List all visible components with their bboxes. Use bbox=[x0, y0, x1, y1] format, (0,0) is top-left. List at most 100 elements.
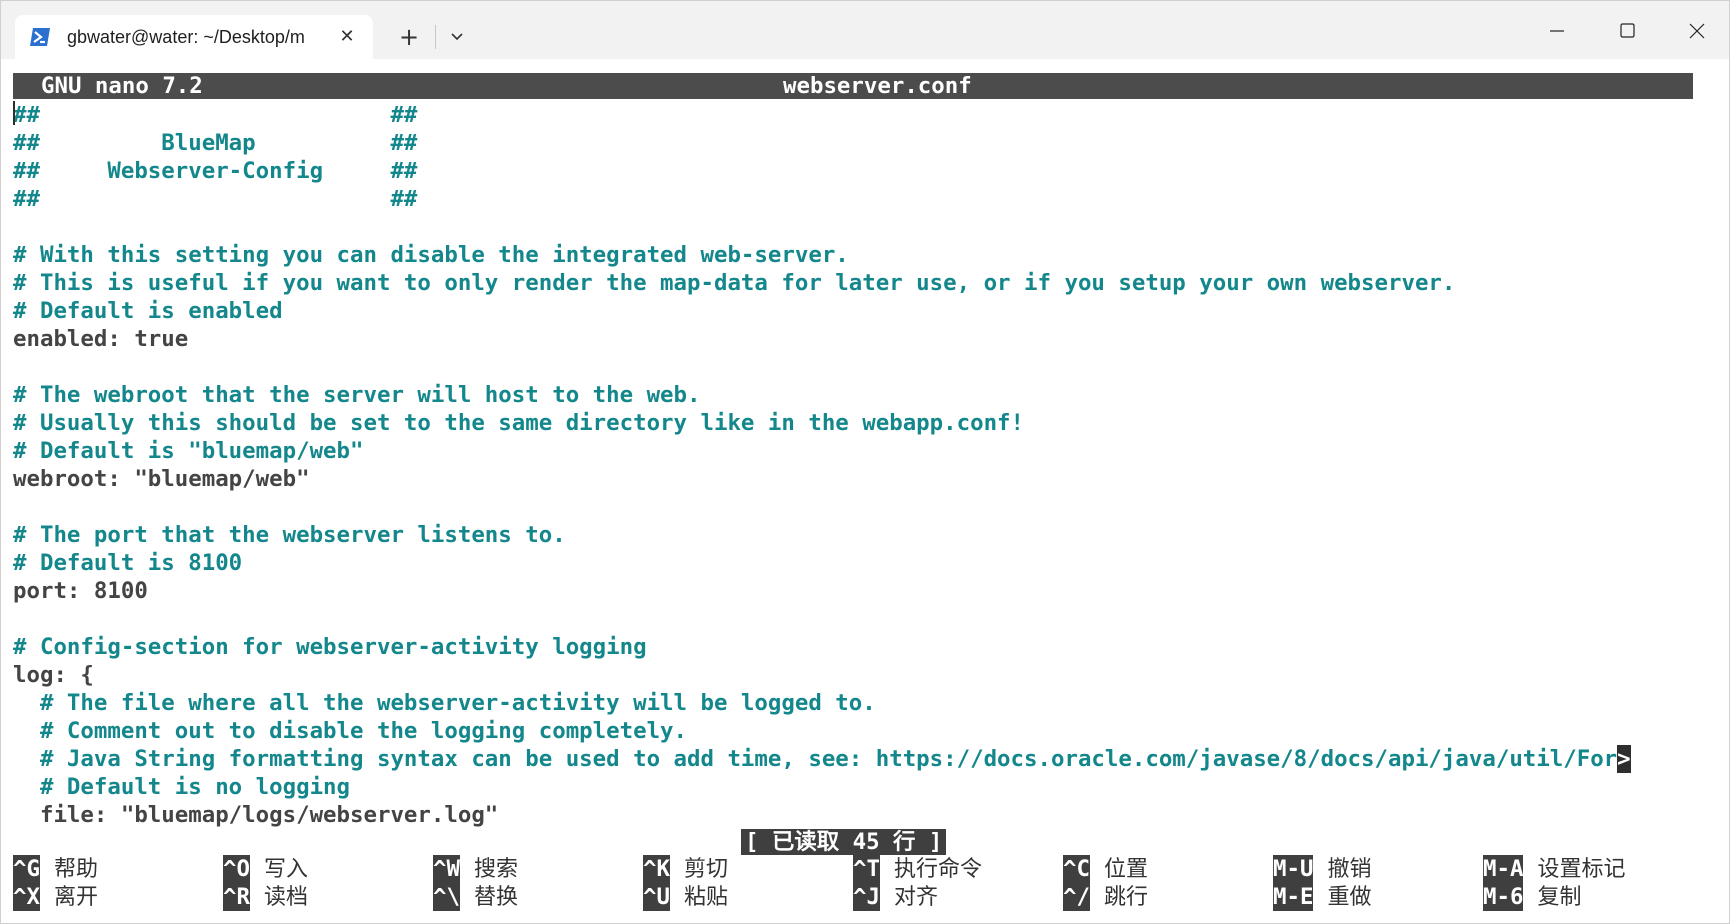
shortcut-item: M-A 设置标记 bbox=[1483, 855, 1625, 883]
editor-line: # Usually this should be set to the same… bbox=[13, 409, 1693, 437]
editor-line: # The file where all the webserver-activ… bbox=[13, 689, 1693, 717]
shortcut-key: ^R bbox=[223, 883, 250, 911]
shortcut-label: 搜索 bbox=[473, 857, 518, 882]
editor-line: # The webroot that the server will host … bbox=[13, 381, 1693, 409]
shortcut-item: M-E 重做 bbox=[1273, 883, 1371, 911]
editor-line: ## ## bbox=[13, 101, 1693, 129]
editor-line: enabled: true bbox=[13, 325, 1693, 353]
editor-line: # Default is 8100 bbox=[13, 549, 1693, 577]
shortcut-label: 读档 bbox=[263, 885, 308, 910]
editor-line-text: # The port that the webserver listens to… bbox=[13, 522, 566, 548]
shortcut-key: ^/ bbox=[1063, 883, 1090, 911]
editor-line: # Comment out to disable the logging com… bbox=[13, 717, 1693, 745]
editor-line: # With this setting you can disable the … bbox=[13, 241, 1693, 269]
shortcut-item: ^/ 跳行 bbox=[1063, 883, 1148, 911]
editor-line: # Config-section for webserver-activity … bbox=[13, 633, 1693, 661]
shortcut-label: 位置 bbox=[1103, 857, 1148, 882]
text-cursor bbox=[13, 101, 15, 125]
shortcut-key: ^T bbox=[853, 855, 880, 883]
minimize-button[interactable] bbox=[1537, 15, 1577, 47]
line-overflow-indicator: > bbox=[1617, 745, 1631, 773]
shortcut-item: M-6 复制 bbox=[1483, 883, 1581, 911]
editor-line-text: # Config-section for webserver-activity … bbox=[13, 634, 647, 660]
shortcut-label: 复制 bbox=[1537, 885, 1582, 910]
shortcut-item: ^O 写入 bbox=[223, 855, 308, 883]
shortcut-item: ^\ 替换 bbox=[433, 883, 518, 911]
editor-line-text: # Java String formatting syntax can be u… bbox=[13, 746, 1618, 772]
editor-line-text: webroot: "bluemap/web" bbox=[13, 466, 310, 492]
shortcut-key: M-A bbox=[1483, 855, 1524, 883]
chevron-down-icon[interactable] bbox=[441, 23, 473, 51]
shortcut-label: 粘贴 bbox=[683, 885, 728, 910]
title-bar: gbwater@water: ~/Desktop/m ✕ + bbox=[1, 1, 1729, 59]
editor-line: # This is useful if you want to only ren… bbox=[13, 269, 1693, 297]
editor-line-text: # The webroot that the server will host … bbox=[13, 382, 701, 408]
shortcut-key: ^U bbox=[643, 883, 670, 911]
shortcut-item: ^W 搜索 bbox=[433, 855, 518, 883]
editor-line-text: ## BlueMap ## bbox=[13, 130, 418, 156]
editor-line: ## Webserver-Config ## bbox=[13, 157, 1693, 185]
editor-line-text: log: { bbox=[13, 662, 94, 688]
shortcut-item: ^K 剪切 bbox=[643, 855, 728, 883]
maximize-button[interactable] bbox=[1607, 15, 1647, 47]
shortcut-key: M-U bbox=[1273, 855, 1314, 883]
shortcut-label: 对齐 bbox=[893, 885, 938, 910]
terminal-tab[interactable]: gbwater@water: ~/Desktop/m ✕ bbox=[15, 15, 373, 59]
shortcut-label: 剪切 bbox=[683, 857, 728, 882]
editor-line: port: 8100 bbox=[13, 577, 1693, 605]
shortcut-label: 重做 bbox=[1327, 885, 1372, 910]
powershell-icon bbox=[29, 26, 51, 48]
shortcut-label: 设置标记 bbox=[1537, 857, 1626, 882]
shortcut-label: 跳行 bbox=[1103, 885, 1148, 910]
shortcut-item: ^R 读档 bbox=[223, 883, 308, 911]
close-window-button[interactable] bbox=[1677, 15, 1717, 47]
shortcut-item: M-U 撤销 bbox=[1273, 855, 1371, 883]
shortcut-label: 帮助 bbox=[53, 857, 98, 882]
editor-line-text: # This is useful if you want to only ren… bbox=[13, 270, 1456, 296]
shortcut-key: ^X bbox=[13, 883, 40, 911]
editor-line: ## ## bbox=[13, 185, 1693, 213]
editor-text-area[interactable]: ## ## ## BlueMap ## ## Webserver-Config ##… bbox=[13, 101, 1693, 829]
editor-line-text: ## ## bbox=[13, 102, 418, 128]
shortcut-item: ^U 粘贴 bbox=[643, 883, 728, 911]
editor-line-text: enabled: true bbox=[13, 326, 189, 352]
shortcut-key: ^G bbox=[13, 855, 40, 883]
shortcut-key: M-E bbox=[1273, 883, 1314, 911]
editor-line-text: # Default is 8100 bbox=[13, 550, 243, 576]
tab-divider bbox=[435, 25, 436, 49]
shortcut-label: 离开 bbox=[53, 885, 98, 910]
tab-title: gbwater@water: ~/Desktop/m bbox=[67, 27, 305, 47]
shortcut-label: 执行命令 bbox=[893, 857, 982, 882]
editor-line-text: # The file where all the webserver-activ… bbox=[13, 690, 876, 716]
new-tab-button[interactable]: + bbox=[393, 21, 425, 53]
terminal-content[interactable]: GNU nano 7.2 webserver.conf ## ## ## Blue… bbox=[1, 59, 1729, 923]
shortcut-key: ^\ bbox=[433, 883, 460, 911]
shortcut-item: ^C 位置 bbox=[1063, 855, 1148, 883]
editor-line: webroot: "bluemap/web" bbox=[13, 465, 1693, 493]
editor-line-text: file: "bluemap/logs/webserver.log" bbox=[13, 802, 499, 828]
editor-line: log: { bbox=[13, 661, 1693, 689]
close-tab-icon[interactable]: ✕ bbox=[335, 25, 359, 49]
shortcut-label: 写入 bbox=[263, 857, 308, 882]
nano-version: GNU nano 7.2 bbox=[41, 73, 203, 99]
terminal-window: gbwater@water: ~/Desktop/m ✕ + GNU nano … bbox=[0, 0, 1730, 924]
status-message: [ 已读取 45 行 ] bbox=[741, 829, 947, 855]
editor-line-text: ## ## bbox=[13, 186, 418, 212]
shortcut-key: ^O bbox=[223, 855, 250, 883]
shortcut-key: ^J bbox=[853, 883, 880, 911]
shortcut-bar: ^G 帮助 ^X 离开 ^O 写入 ^R 读档 ^W 搜索 ^\ 替换 ^K 剪切 ^U 粘贴 ^T 执行命令 ^J… bbox=[13, 855, 1713, 915]
editor-line-text: # With this setting you can disable the … bbox=[13, 242, 849, 268]
shortcut-key: ^W bbox=[433, 855, 460, 883]
editor-line: # The port that the webserver listens to… bbox=[13, 521, 1693, 549]
editor-line-text: # Default is "bluemap/web" bbox=[13, 438, 364, 464]
editor-line: # Java String formatting syntax can be u… bbox=[13, 745, 1693, 773]
editor-line-text: # Default is enabled bbox=[13, 298, 283, 324]
editor-line-text: ## Webserver-Config ## bbox=[13, 158, 418, 184]
editor-line: file: "bluemap/logs/webserver.log" bbox=[13, 801, 1693, 829]
editor-line: # Default is enabled bbox=[13, 297, 1693, 325]
shortcut-item: ^T 执行命令 bbox=[853, 855, 982, 883]
shortcut-item: ^J 对齐 bbox=[853, 883, 938, 911]
